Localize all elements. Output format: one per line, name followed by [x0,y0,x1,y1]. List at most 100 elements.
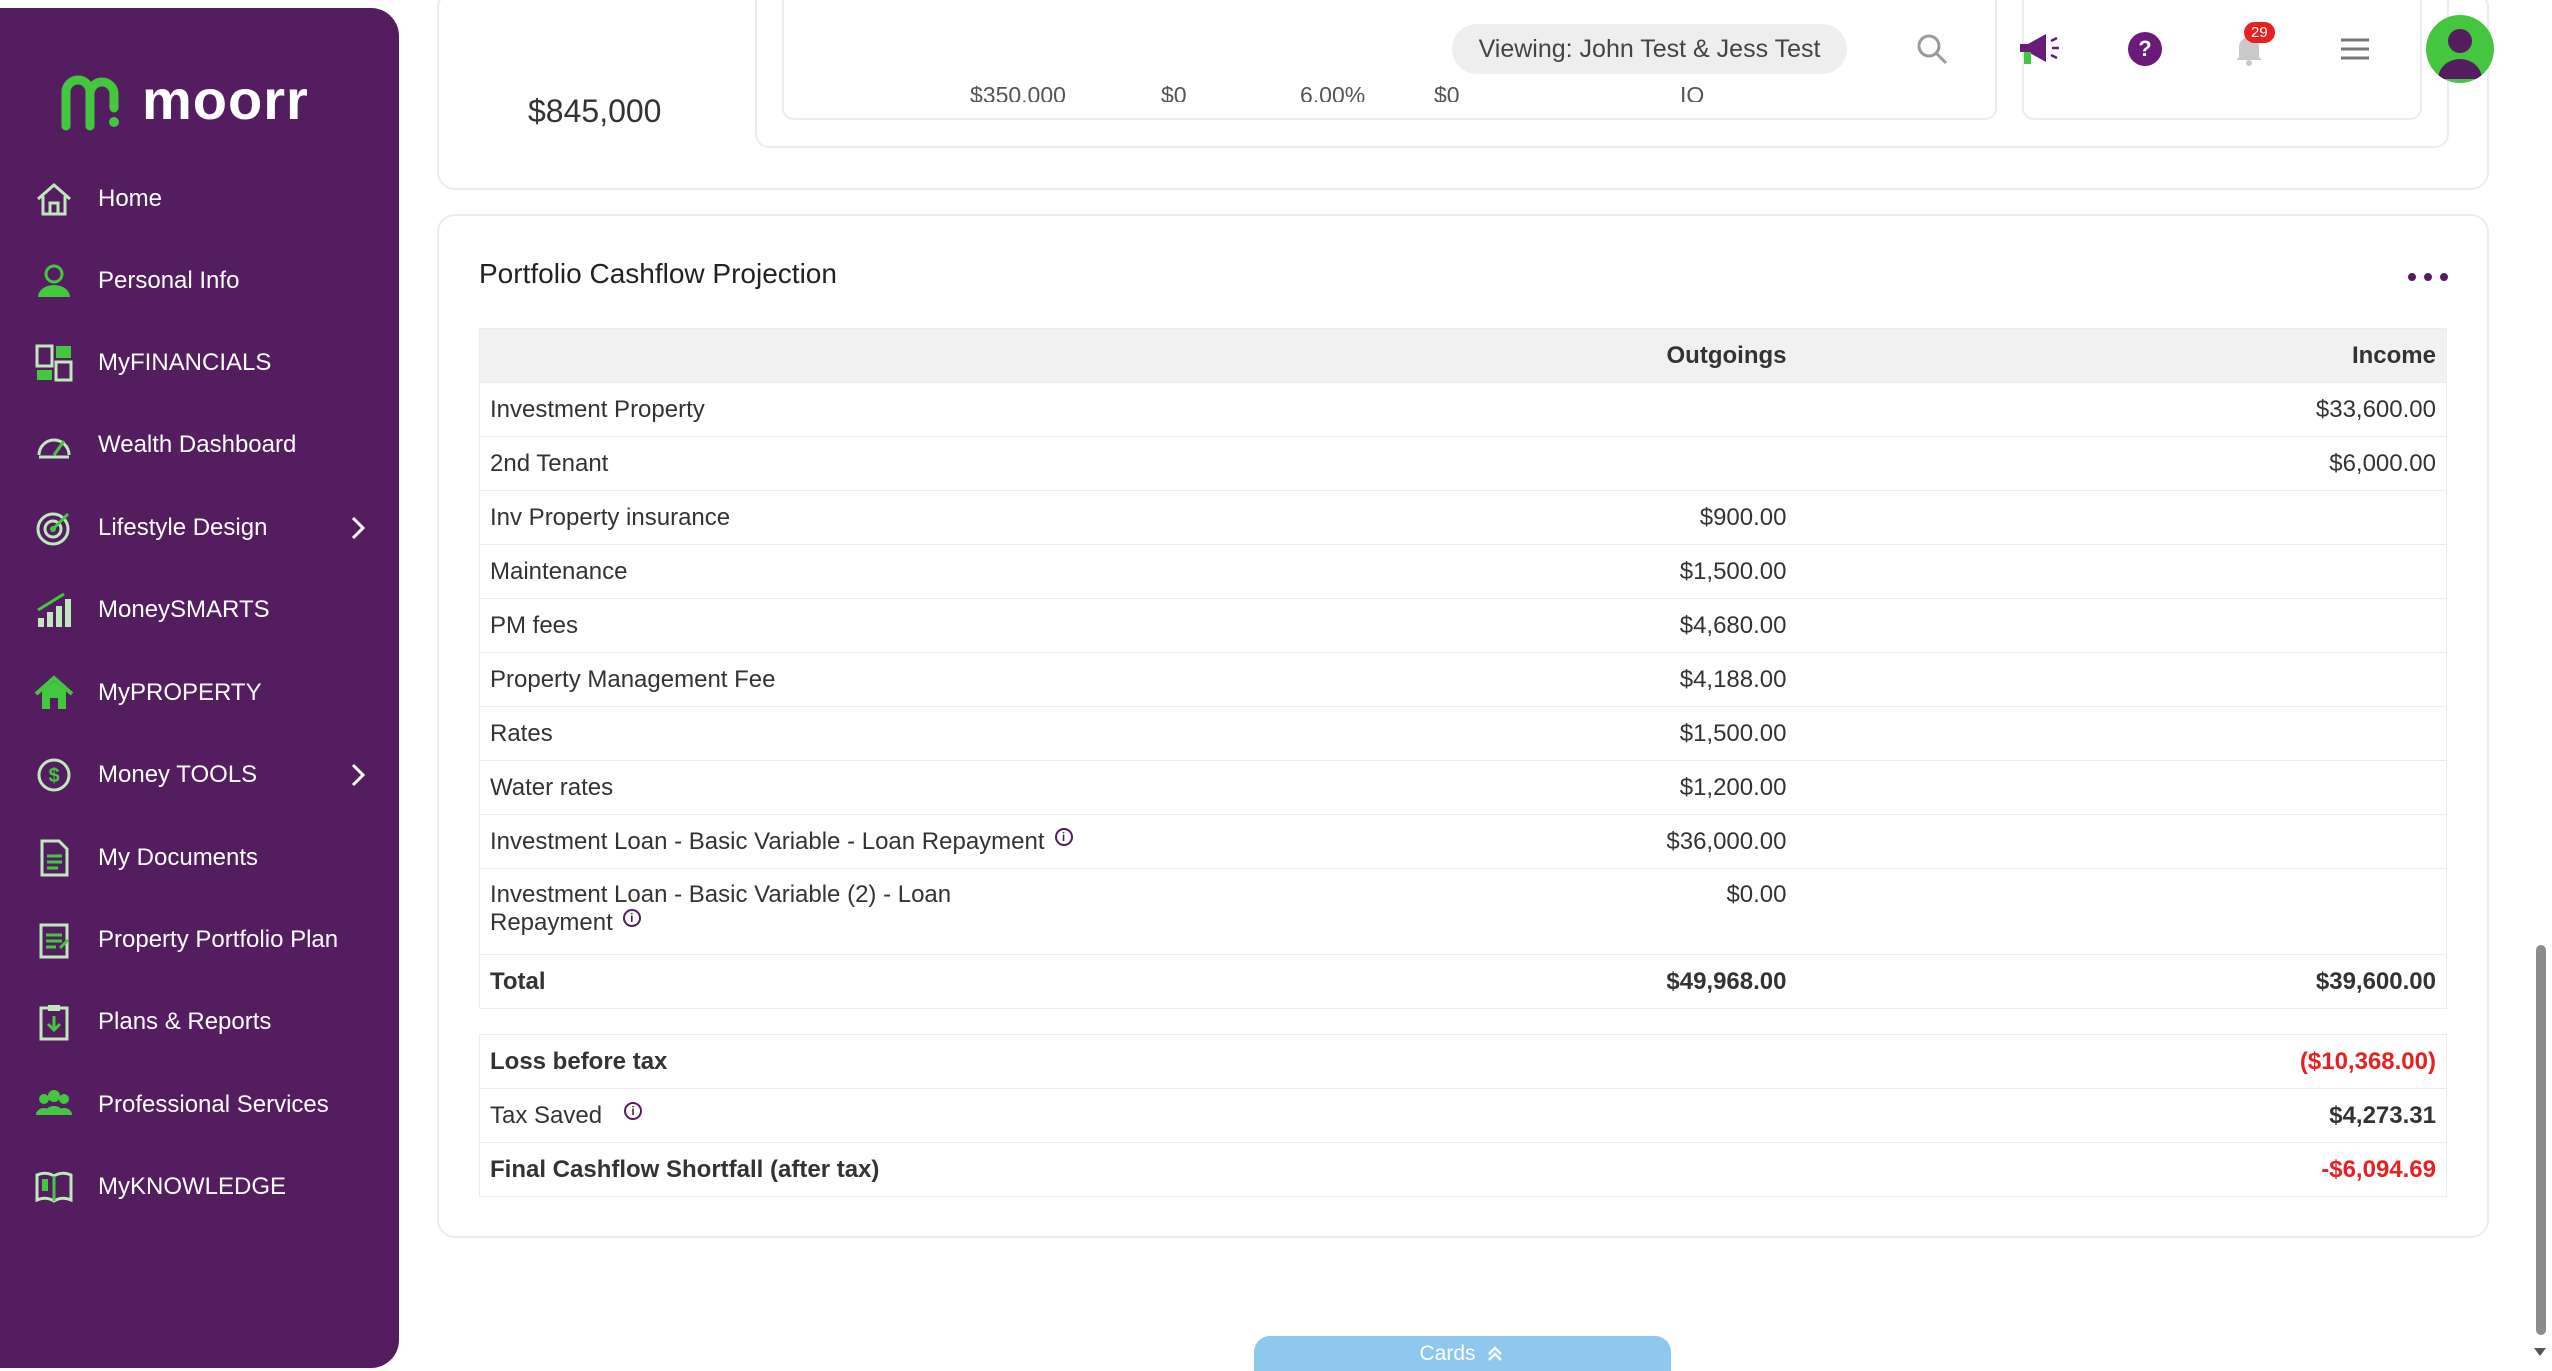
row-income [1796,490,2447,545]
summary-label: Loss before tax [479,1034,1903,1089]
sidebar-item-property-portfolio-plan[interactable]: Property Portfolio Plan [32,910,372,970]
row-income [1796,814,2447,869]
info-icon[interactable]: i [624,1101,643,1120]
table-row: Investment Loan - Basic Variable - Loan … [479,814,2447,869]
sidebar-item-label: Wealth Dashboard [98,431,297,458]
row-outgoings: $900.00 [1116,490,1797,545]
row-label-line2: Repayment [490,909,613,936]
logo-text: moorr [142,67,309,131]
sidebar-item-label: Home [98,185,163,212]
sidebar-item-label: Property Portfolio Plan [98,926,339,953]
sidebar-item-label: Money TOOLS [98,761,258,788]
row-outgoings: $4,188.00 [1116,652,1797,707]
row-label: Inv Property insurance [479,490,1117,545]
gauge-icon [32,423,76,467]
row-outgoings: $1,500.00 [1116,544,1797,599]
summary-value: $4,273.31 [1902,1088,2447,1143]
home-icon [32,177,76,221]
income-column-header: Income [1796,328,2447,383]
row-outgoings: $1,200.00 [1116,760,1797,815]
row-income [1796,760,2447,815]
summary-value: -$6,094.69 [1902,1142,2447,1197]
total-outgoings: $49,968.00 [1116,954,1797,1009]
row-income: $33,600.00 [1796,382,2447,437]
outgoings-column-header: Outgoings [1116,328,1797,383]
sidebar-item-money-tools[interactable]: $ Money TOOLS [32,745,372,805]
sidebar-item-label: MoneySMARTS [98,596,270,623]
row-income [1796,706,2447,761]
scroll-down-arrow-icon[interactable] [2530,1342,2550,1362]
sidebar-item-wealth-dashboard[interactable]: Wealth Dashboard [32,415,372,475]
sidebar-item-myfinancials[interactable]: MyFINANCIALS [32,333,372,393]
total-row: Total $49,968.00 $39,600.00 [479,954,2447,1009]
chevron-right-icon [351,763,366,787]
bar-chart-icon [32,588,76,632]
user-avatar-icon [2438,29,2482,79]
table-row: PM fees $4,680.00 [479,598,2447,653]
chevron-double-up-icon [1487,1345,1502,1361]
summary-label-cell: Tax Saved i [479,1088,1903,1143]
sidebar-item-my-documents[interactable]: My Documents [32,828,372,888]
table-row: Water rates $1,200.00 [479,760,2447,815]
summary-label: Final Cashflow Shortfall (after tax) [479,1142,1903,1197]
sidebar-item-lifestyle-design[interactable]: Lifestyle Design [32,498,372,558]
row-label-line1: Investment Loan - Basic Variable (2) - L… [490,881,952,908]
total-income: $39,600.00 [1796,954,2447,1009]
row-outgoings: $4,680.00 [1116,598,1797,653]
people-icon [32,1083,76,1127]
avatar[interactable] [2426,15,2494,83]
help-icon[interactable]: ? [2120,24,2170,74]
row-label: Rates [479,706,1117,761]
row-outgoings: $36,000.00 [1116,814,1797,869]
cards-tab-label: Cards [1419,1341,1476,1365]
row-label: Investment Loan - Basic Variable - Loan … [490,827,1045,855]
cards-drawer-tab[interactable]: Cards [1254,1336,1671,1371]
sidebar-item-label: MyKNOWLEDGE [98,1173,287,1200]
row-income [1796,544,2447,599]
row-label: Maintenance [479,544,1117,599]
property-value: $845,000 [528,93,662,129]
sidebar-item-home[interactable]: Home [32,169,372,229]
book-icon [32,1165,76,1209]
more-options-icon[interactable] [2408,262,2448,292]
summary-row-tax-saved: Tax Saved i $4,273.31 [479,1088,2447,1143]
hamburger-menu-icon[interactable] [2330,24,2380,74]
sidebar-item-plans-reports[interactable]: Plans & Reports [32,992,372,1052]
table-row: 2nd Tenant $6,000.00 [479,436,2447,491]
sidebar-item-myproperty[interactable]: MyPROPERTY [32,663,372,723]
sidebar-item-moneysmarts[interactable]: MoneySMARTS [32,580,372,640]
svg-text:?: ? [2138,36,2151,61]
sidebar-item-personal-info[interactable]: Personal Info [32,251,372,311]
row-label-cell: Investment Loan - Basic Variable (2) - L… [479,868,1117,955]
table-row: Rates $1,500.00 [479,706,2447,761]
download-report-icon [32,1000,76,1044]
row-income [1796,868,2447,955]
row-label: PM fees [479,598,1117,653]
row-outgoings [1116,436,1797,491]
total-label: Total [479,954,1117,1009]
chevron-right-icon [351,516,366,540]
row-label: Investment Property [479,382,1117,437]
table-row: Inv Property insurance $900.00 [479,490,2447,545]
row-label: Property Management Fee [479,652,1117,707]
viewing-client-pill[interactable]: Viewing: John Test & Jess Test [1452,24,1847,74]
row-outgoings: $0.00 [1116,868,1797,955]
scrollbar-thumb[interactable] [2536,945,2546,1335]
row-income [1796,652,2447,707]
summary-label: Tax Saved [490,1101,603,1129]
search-icon[interactable] [1907,24,1957,74]
info-icon[interactable]: i [1054,827,1073,846]
moorr-logo[interactable]: moorr [58,64,309,134]
cashflow-summary-table: Loss before tax ($10,368.00) Tax Saved i … [479,1034,2447,1197]
dashboard-grid-icon [32,341,76,385]
notification-bell-icon[interactable]: 29 [2224,22,2275,74]
sidebar-item-label: My Documents [98,844,259,871]
summary-value: ($10,368.00) [1902,1034,2447,1089]
card-title: Portfolio Cashflow Projection [479,258,837,289]
sidebar-item-professional-services[interactable]: Professional Services [32,1075,372,1135]
row-label: 2nd Tenant [479,436,1117,491]
label-column-header [479,328,1117,383]
megaphone-icon[interactable] [2014,24,2064,74]
info-icon[interactable]: i [622,909,641,927]
sidebar-item-myknowledge[interactable]: MyKNOWLEDGE [32,1157,372,1217]
